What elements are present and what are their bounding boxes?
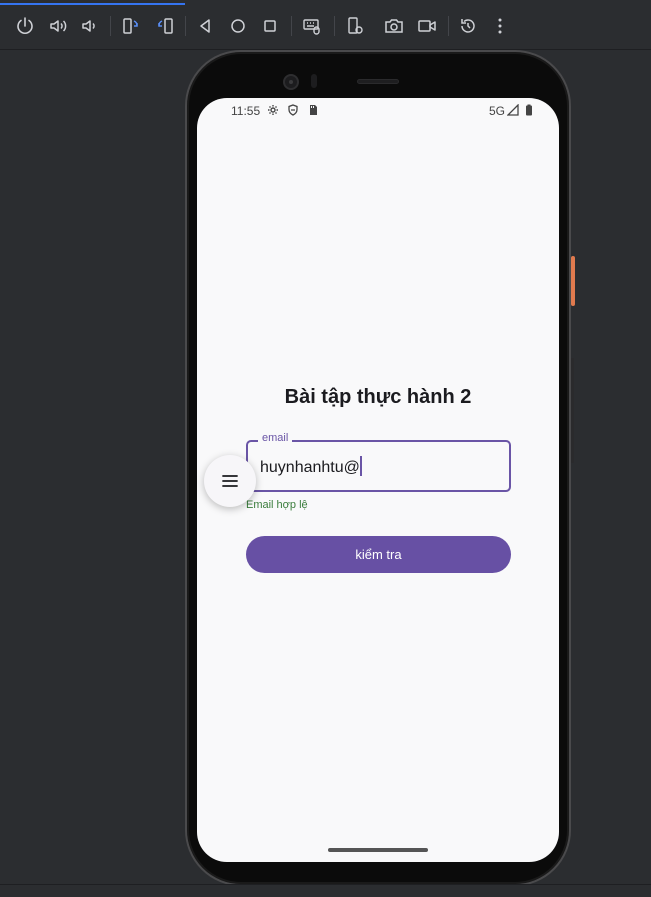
front-camera [283, 74, 299, 90]
power-side-button[interactable] [571, 256, 575, 306]
text-cursor [359, 456, 362, 476]
home-indicator[interactable] [328, 848, 428, 852]
screenshot-icon[interactable] [382, 14, 406, 38]
battery-icon [526, 104, 532, 116]
signal-icon [507, 104, 519, 116]
volume-side-button[interactable] [571, 358, 574, 463]
toolbar-separator [334, 16, 335, 36]
emulator-toolbar [0, 0, 651, 50]
settings-gear-icon [268, 105, 278, 115]
shield-icon [288, 104, 298, 116]
keyboard-mouse-icon[interactable] [300, 14, 324, 38]
more-options-icon[interactable] [488, 14, 512, 38]
emulator-bottom-bar [0, 884, 651, 897]
status-bar: 11:55 5G [197, 98, 559, 122]
hamburger-menu-icon [222, 475, 238, 487]
screen-record-icon[interactable] [415, 14, 439, 38]
toolbar-separator [185, 16, 186, 36]
toolbar-separator [448, 16, 449, 36]
rotate-left-icon[interactable] [119, 14, 143, 38]
status-time: 11:55 [231, 104, 261, 118]
email-input-value[interactable]: huynhanhtu@ [260, 456, 362, 477]
home-icon[interactable] [226, 14, 250, 38]
toolbar-separator [110, 16, 111, 36]
reset-icon[interactable] [456, 14, 480, 38]
power-icon[interactable] [13, 14, 37, 38]
back-icon[interactable] [193, 14, 217, 38]
validation-message: Email hợp lệ [246, 499, 308, 511]
page-title: Bài tập thực hành 2 [284, 386, 472, 408]
email-field[interactable]: email huynhanhtu@ [246, 432, 511, 492]
earpiece-speaker [357, 79, 399, 84]
proximity-sensor [311, 74, 317, 88]
sd-card-icon [310, 105, 317, 115]
progress-indicator [0, 3, 185, 5]
toolbar-separator [291, 16, 292, 36]
rotate-right-icon[interactable] [153, 14, 177, 38]
volume-up-icon[interactable] [46, 14, 70, 38]
volume-down-icon[interactable] [77, 14, 101, 38]
email-field-label: email [258, 432, 293, 444]
device-settings-icon[interactable] [343, 14, 367, 38]
floating-menu-button[interactable] [204, 455, 256, 507]
network-type: 5G [488, 104, 505, 118]
check-button[interactable]: kiểm tra [246, 536, 511, 573]
overview-icon[interactable] [258, 14, 282, 38]
